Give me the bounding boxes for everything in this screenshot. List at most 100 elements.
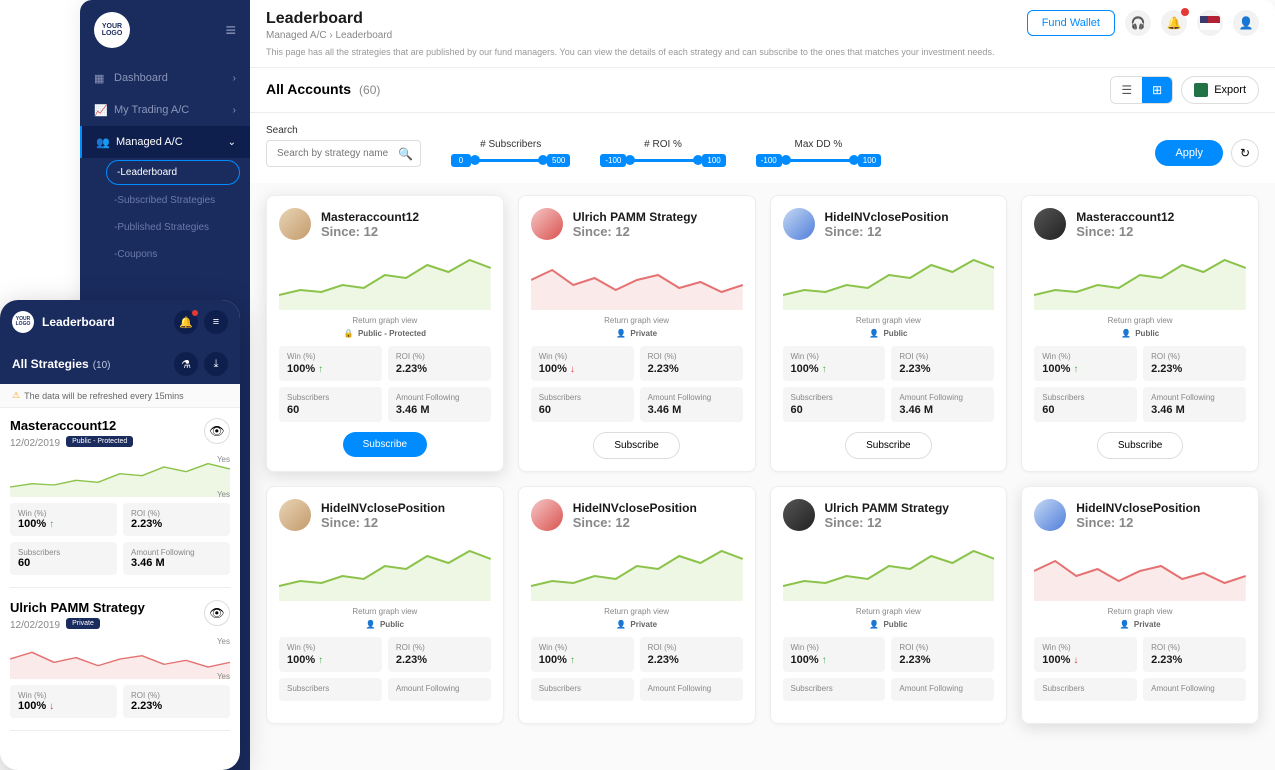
strategy-card[interactable]: HideINVclosePositionSince: 12 Return grap… (518, 486, 756, 724)
mobile-strategy-card[interactable]: Masteraccount1212/02/2019Public - Protec… (10, 418, 230, 588)
refresh-button[interactable]: ↻ (1231, 139, 1259, 167)
chart-label: Return graph view (531, 607, 743, 616)
sidebar-item-dashboard[interactable]: ▦Dashboard› (80, 62, 250, 94)
mobile-menu-icon[interactable]: ≡ (204, 310, 228, 334)
roi-stat: ROI (%)2.23% (640, 637, 743, 672)
card-title: HideINVclosePosition (573, 501, 697, 515)
return-chart (531, 541, 743, 601)
privacy-badge: 👤 Public (279, 620, 491, 629)
strategy-card[interactable]: Ulrich PAMM StrategySince: 12Return grap… (518, 195, 756, 472)
main-content: Leaderboard Managed A/C › Leaderboard Fu… (250, 0, 1275, 770)
subscribe-button[interactable]: Subscribe (343, 432, 427, 457)
mobile-logo: YOUR LOGO (12, 311, 34, 333)
card-since: Since: 12 (573, 515, 697, 530)
mobile-export-icon[interactable]: ⤓ (204, 352, 228, 376)
amount-stat: Amount Following3.46 M (388, 387, 491, 422)
mobile-info-bar: ⚠The data will be refreshed every 15mins (0, 384, 240, 408)
card-since: Since: 12 (1076, 224, 1174, 239)
privacy-icon: 👤 (616, 620, 626, 629)
card-title: Masteraccount12 (321, 210, 419, 224)
mobile-notifications-icon[interactable]: 🔔 (174, 310, 198, 334)
sidebar-label: Managed A/C (116, 136, 183, 148)
win-stat: Win (%)100%↓ (1034, 637, 1137, 672)
card-since: Since: 12 (321, 224, 419, 239)
view-button[interactable]: 👁 (204, 600, 230, 626)
arrow-up-icon: ↑ (318, 364, 323, 375)
list-view-button[interactable]: ☰ (1111, 77, 1142, 103)
amount-stat: Amount Following3.46 M (640, 387, 743, 422)
card-since: Since: 12 (825, 224, 949, 239)
logo: YOUR LOGO (94, 12, 130, 48)
account-count: (60) (359, 83, 380, 97)
subnav-leaderboard[interactable]: -Leaderboard (106, 160, 240, 185)
subnav-published[interactable]: -Published Strategies (100, 214, 250, 241)
mobile-strategy-card[interactable]: Ulrich PAMM Strategy12/02/2019Private👁Ye… (10, 600, 230, 731)
strategy-card[interactable]: HideINVclosePositionSince: 12Return grap… (1021, 486, 1259, 724)
subscribe-button[interactable]: Subscribe (845, 432, 931, 459)
card-since: Since: 12 (1076, 515, 1200, 530)
privacy-badge: 👤 Private (531, 620, 743, 629)
win-stat: Win (%)100%↑ (10, 503, 117, 536)
subnav-subscribed[interactable]: -Subscribed Strategies (100, 187, 250, 214)
card-date: 12/02/2019 (10, 620, 60, 631)
amount-stat: Amount Following3.46 M (1143, 387, 1246, 422)
chart-label: Return graph view (279, 316, 491, 325)
fund-wallet-button[interactable]: Fund Wallet (1027, 10, 1115, 36)
win-stat: Win (%)100%↑ (783, 346, 886, 381)
strategy-card[interactable]: HideINVclosePositionSince: 12Return grap… (770, 195, 1008, 472)
search-icon[interactable]: 🔍 (398, 147, 413, 161)
card-since: Since: 12 (573, 224, 697, 239)
amount-stat: Amount Following3.46 M (891, 387, 994, 422)
card-title: Ulrich PAMM Strategy (825, 501, 949, 515)
view-button[interactable]: 👁 (204, 418, 230, 444)
subscribers-slider[interactable]: # Subscribers 0500 (451, 139, 570, 167)
subscribers-stat: Subscribers60 (10, 542, 117, 575)
avatar (1034, 499, 1066, 531)
export-button[interactable]: Export (1181, 76, 1259, 104)
apply-button[interactable]: Apply (1155, 140, 1223, 166)
subnav-coupons[interactable]: -Coupons (100, 241, 250, 268)
subscribers-stat: Subscribers (783, 678, 886, 701)
mobile-filter-icon[interactable]: ⚗ (174, 352, 198, 376)
card-title: Ulrich PAMM Strategy (10, 600, 145, 615)
card-date: 12/02/2019 (10, 438, 60, 449)
card-title: Ulrich PAMM Strategy (573, 210, 697, 224)
notifications-icon[interactable]: 🔔 (1161, 10, 1187, 36)
strategy-card[interactable]: Ulrich PAMM StrategySince: 12Return grap… (770, 486, 1008, 724)
grid-view-button[interactable]: ⊞ (1142, 77, 1172, 103)
card-since: Since: 12 (825, 515, 949, 530)
return-chart (1034, 541, 1246, 601)
support-icon[interactable]: 🎧 (1125, 10, 1151, 36)
subscribers-stat: Subscribers60 (1034, 387, 1137, 422)
profile-icon[interactable]: 👤 (1233, 10, 1259, 36)
roi-stat: ROI (%)2.23% (640, 346, 743, 381)
maxdd-slider[interactable]: Max DD % -100100 (756, 139, 881, 167)
return-chart (1034, 250, 1246, 310)
privacy-badge: 🔒 Public - Protected (279, 329, 491, 338)
return-chart: YesYes (10, 639, 230, 679)
strategy-card[interactable]: Masteraccount12Since: 12Return graph vie… (1021, 195, 1259, 472)
avatar (279, 208, 311, 240)
subscribe-button[interactable]: Subscribe (1097, 432, 1183, 459)
arrow-up-icon: ↑ (318, 655, 323, 666)
sidebar-item-mytrading[interactable]: 📈My Trading A/C› (80, 94, 250, 126)
page-description: This page has all the strategies that ar… (250, 47, 1275, 67)
sidebar-item-managed[interactable]: 👥Managed A/C⌄ (80, 126, 250, 158)
win-stat: Win (%)100%↑ (531, 637, 634, 672)
roi-stat: ROI (%)2.23% (123, 503, 230, 536)
card-title: Masteraccount12 (10, 418, 133, 433)
menu-toggle-icon[interactable]: ≡ (225, 20, 236, 41)
avatar (279, 499, 311, 531)
arrow-down-icon: ↓ (49, 701, 54, 712)
chart-label: Return graph view (1034, 607, 1246, 616)
strategy-card[interactable]: HideINVclosePositionSince: 12Return grap… (266, 486, 504, 724)
warning-icon: ⚠ (12, 390, 20, 401)
excel-icon (1194, 83, 1208, 97)
subscribe-button[interactable]: Subscribe (593, 432, 679, 459)
strategy-card[interactable]: Masteraccount12Since: 12 Return graph vie… (266, 195, 504, 472)
arrow-up-icon: ↑ (49, 519, 54, 530)
arrow-down-icon: ↓ (570, 364, 575, 375)
roi-slider[interactable]: # ROI % -100100 (600, 139, 725, 167)
mobile-subtitle: All Strategies (12, 357, 89, 371)
language-flag-icon[interactable] (1197, 10, 1223, 36)
